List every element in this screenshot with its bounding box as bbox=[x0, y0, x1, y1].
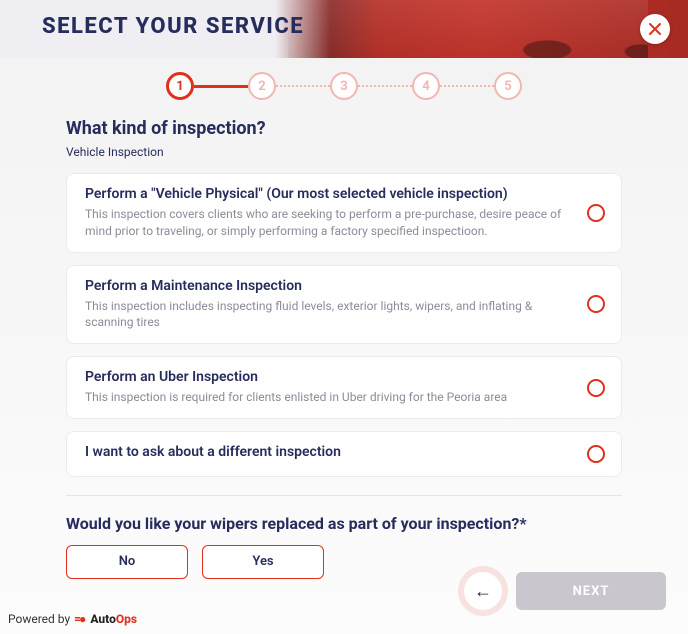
question-2-title: Would you like your wipers replaced as p… bbox=[66, 514, 622, 533]
step-4: 4 bbox=[412, 72, 440, 100]
powered-by-label: Powered by bbox=[8, 612, 70, 626]
option-desc: This inspection covers clients who are s… bbox=[85, 206, 569, 240]
brand-auto: Auto bbox=[90, 612, 116, 626]
header-banner: SELECT YOUR SERVICE bbox=[0, 0, 688, 58]
inspection-option-uber[interactable]: Perform an Uber Inspection This inspecti… bbox=[66, 356, 622, 419]
step-3: 3 bbox=[330, 72, 358, 100]
close-icon bbox=[648, 22, 662, 36]
main-content: What kind of inspection? Vehicle Inspect… bbox=[0, 100, 688, 579]
inspection-option-vehicle-physical[interactable]: Perform a "Vehicle Physical" (Our most s… bbox=[66, 173, 622, 253]
radio-icon bbox=[587, 379, 605, 397]
page-title: SELECT YOUR SERVICE bbox=[42, 14, 304, 39]
footer-nav: ← NEXT bbox=[464, 572, 666, 610]
progress-stepper: 1 2 3 4 5 bbox=[0, 72, 688, 100]
radio-icon bbox=[587, 295, 605, 313]
step-2: 2 bbox=[248, 72, 276, 100]
question-1-title: What kind of inspection? bbox=[66, 118, 622, 139]
option-title: Perform a Maintenance Inspection bbox=[85, 278, 569, 294]
wipers-yes-button[interactable]: Yes bbox=[202, 545, 324, 579]
section-divider bbox=[66, 495, 622, 496]
brand-ops: Ops bbox=[116, 612, 137, 626]
option-title: Perform an Uber Inspection bbox=[85, 369, 569, 385]
step-connector bbox=[194, 85, 248, 88]
step-5: 5 bbox=[494, 72, 522, 100]
arrow-left-icon: ← bbox=[474, 581, 492, 602]
wipers-no-button[interactable]: No bbox=[66, 545, 188, 579]
autoops-logo-icon: =● bbox=[74, 612, 84, 626]
radio-icon bbox=[587, 445, 605, 463]
option-desc: This inspection includes inspecting flui… bbox=[85, 298, 569, 332]
next-button[interactable]: NEXT bbox=[516, 572, 666, 610]
step-1: 1 bbox=[166, 72, 194, 100]
powered-by: Powered by =● AutoOps bbox=[8, 612, 137, 626]
step-connector bbox=[276, 85, 330, 87]
step-connector bbox=[440, 85, 494, 87]
close-button[interactable] bbox=[640, 14, 670, 44]
back-button[interactable]: ← bbox=[464, 572, 502, 610]
inspection-option-other[interactable]: I want to ask about a different inspecti… bbox=[66, 431, 622, 477]
option-title: Perform a "Vehicle Physical" (Our most s… bbox=[85, 186, 569, 202]
inspection-option-maintenance[interactable]: Perform a Maintenance Inspection This in… bbox=[66, 265, 622, 345]
option-title: I want to ask about a different inspecti… bbox=[85, 444, 569, 460]
question-1-subtitle: Vehicle Inspection bbox=[66, 145, 622, 159]
step-connector bbox=[358, 85, 412, 87]
car-image bbox=[288, 0, 648, 58]
option-desc: This inspection is required for clients … bbox=[85, 389, 569, 406]
radio-icon bbox=[587, 204, 605, 222]
